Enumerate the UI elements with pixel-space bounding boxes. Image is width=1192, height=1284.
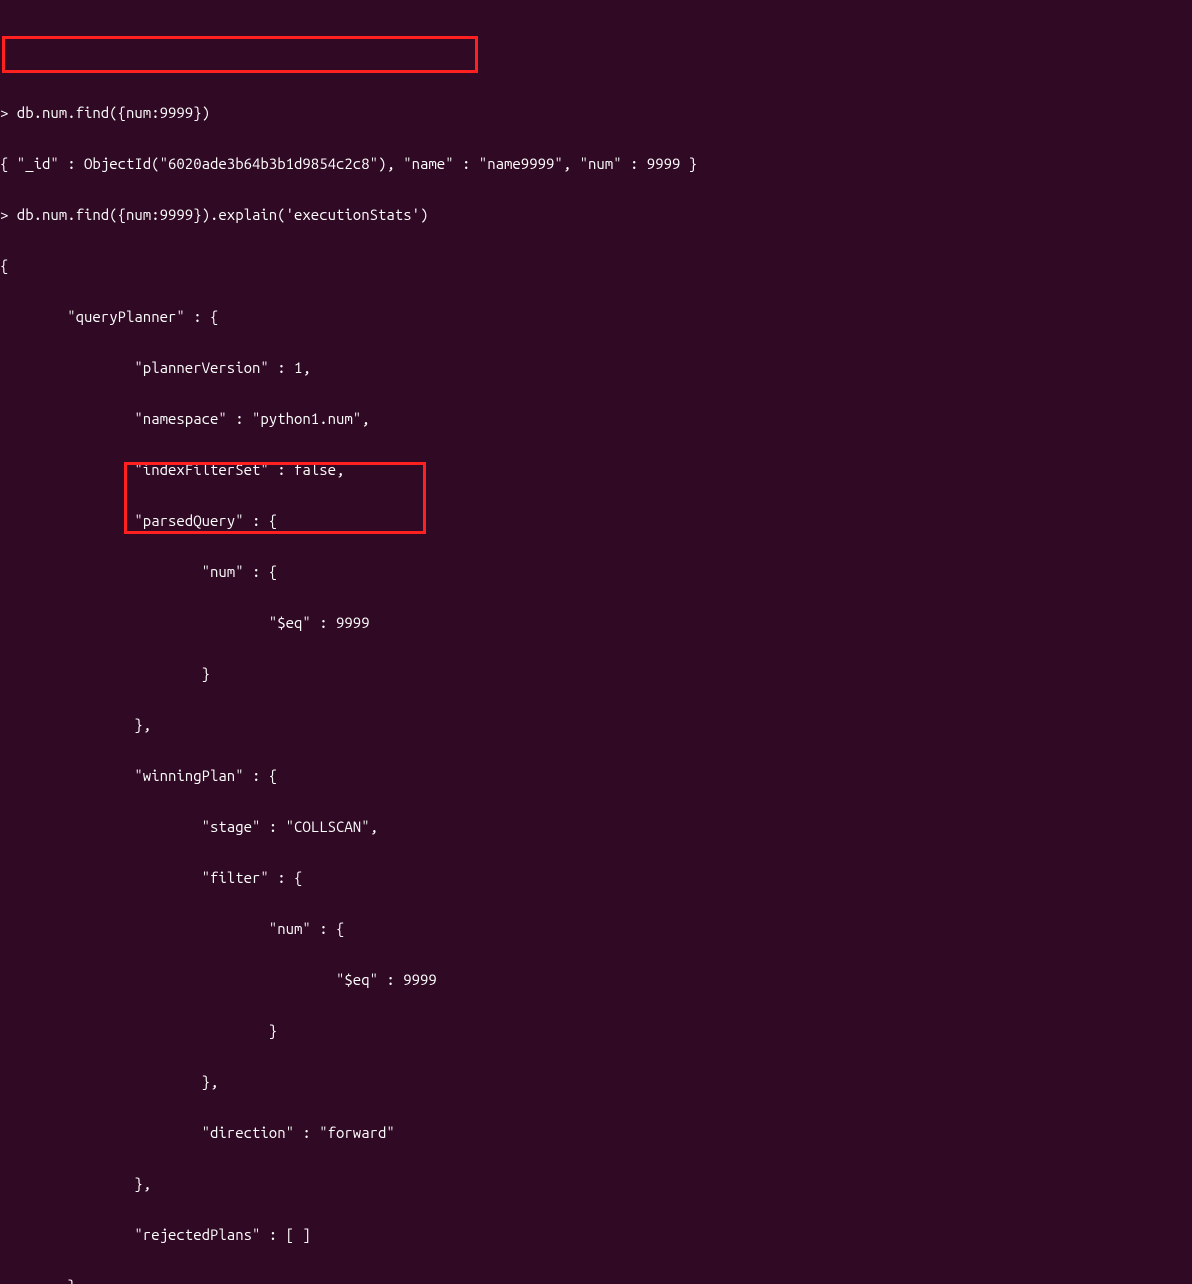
terminal-line: > db.num.find({num:9999}).explain('execu…: [0, 206, 1192, 223]
terminal-line: }: [0, 1022, 1192, 1039]
terminal-line: "num" : {: [0, 563, 1192, 580]
terminal-window[interactable]: > db.num.find({num:9999}) { "_id" : Obje…: [0, 70, 1192, 1284]
terminal-line: },: [0, 1175, 1192, 1192]
terminal-line: "rejectedPlans" : [ ]: [0, 1226, 1192, 1243]
terminal-line: "filter" : {: [0, 869, 1192, 886]
terminal-line: "namespace" : "python1.num",: [0, 410, 1192, 427]
terminal-line: "direction" : "forward": [0, 1124, 1192, 1141]
terminal-line: },: [0, 1277, 1192, 1284]
terminal-line: "parsedQuery" : {: [0, 512, 1192, 529]
terminal-line: },: [0, 1073, 1192, 1090]
terminal-line: "$eq" : 9999: [0, 614, 1192, 631]
terminal-line: },: [0, 716, 1192, 733]
terminal-line: { "_id" : ObjectId("6020ade3b64b3b1d9854…: [0, 155, 1192, 172]
terminal-line: "plannerVersion" : 1,: [0, 359, 1192, 376]
terminal-line: "winningPlan" : {: [0, 767, 1192, 784]
terminal-line: "$eq" : 9999: [0, 971, 1192, 988]
terminal-line: "queryPlanner" : {: [0, 308, 1192, 325]
terminal-line: "indexFilterSet" : false,: [0, 461, 1192, 478]
terminal-line: > db.num.find({num:9999}): [0, 104, 1192, 121]
terminal-line: "stage" : "COLLSCAN",: [0, 818, 1192, 835]
terminal-line: }: [0, 665, 1192, 682]
terminal-line: "num" : {: [0, 920, 1192, 937]
highlight-annotation-command: [2, 36, 478, 73]
terminal-line: {: [0, 257, 1192, 274]
